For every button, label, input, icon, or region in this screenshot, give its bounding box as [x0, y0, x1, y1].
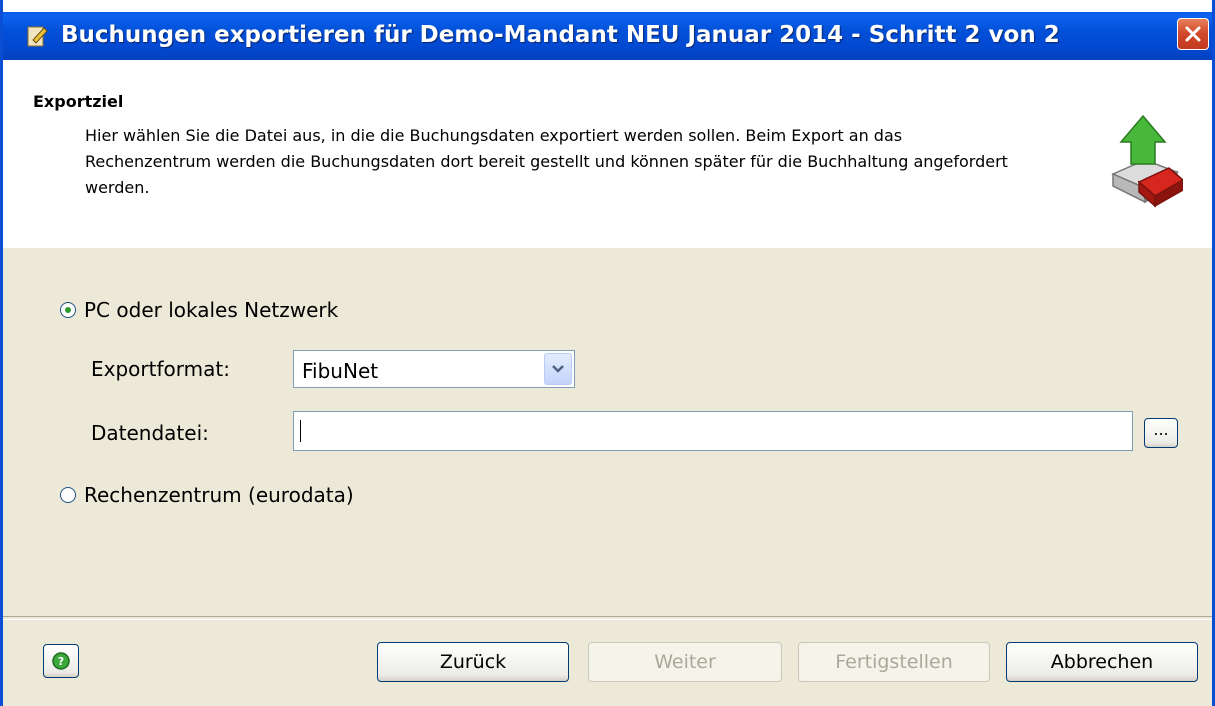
data-file-input[interactable] — [293, 411, 1133, 451]
format-select[interactable]: FibuNet — [293, 350, 575, 388]
window-title: Buchungen exportieren für Demo-Mandant N… — [61, 22, 1060, 48]
finish-button[interactable]: Fertigstellen — [798, 642, 990, 682]
radio-datacenter-label: Rechenzentrum (eurodata) — [84, 483, 354, 507]
close-icon — [1185, 26, 1201, 42]
chevron-down-icon — [552, 365, 564, 373]
radio-local-network[interactable]: PC oder lokales Netzwerk — [60, 298, 338, 322]
header-description: Hier wählen Sie die Datei aus, in die di… — [85, 126, 1008, 197]
cancel-button[interactable]: Abbrechen — [1006, 642, 1198, 682]
format-value: FibuNet — [302, 359, 379, 383]
header-title: Exportziel — [33, 92, 124, 111]
help-icon: ? — [52, 652, 70, 670]
radio-datacenter[interactable]: Rechenzentrum (eurodata) — [60, 483, 354, 507]
radio-local-label: PC oder lokales Netzwerk — [84, 298, 339, 322]
radio-button-unchecked[interactable] — [60, 487, 76, 503]
file-label: Datendatei: — [91, 421, 209, 445]
format-label: Exportformat: — [91, 357, 230, 381]
dropdown-button[interactable] — [544, 353, 572, 385]
help-button[interactable]: ? — [43, 644, 79, 678]
back-button[interactable]: Zurück — [377, 642, 569, 682]
export-book-icon — [1111, 114, 1183, 208]
footer-separator — [3, 616, 1212, 620]
next-button[interactable]: Weiter — [588, 642, 782, 682]
export-wizard-window: Buchungen exportieren für Demo-Mandant N… — [0, 0, 1215, 706]
wizard-header: Exportziel Hier wählen Sie die Datei aus… — [3, 60, 1212, 248]
close-button[interactable] — [1177, 18, 1209, 50]
browse-button[interactable]: ... — [1144, 418, 1178, 448]
title-bar: Buchungen exportieren für Demo-Mandant N… — [3, 0, 1212, 60]
text-caret — [300, 420, 301, 442]
wizard-icon — [27, 26, 48, 47]
svg-text:?: ? — [58, 655, 64, 668]
radio-button-checked[interactable] — [60, 302, 76, 318]
